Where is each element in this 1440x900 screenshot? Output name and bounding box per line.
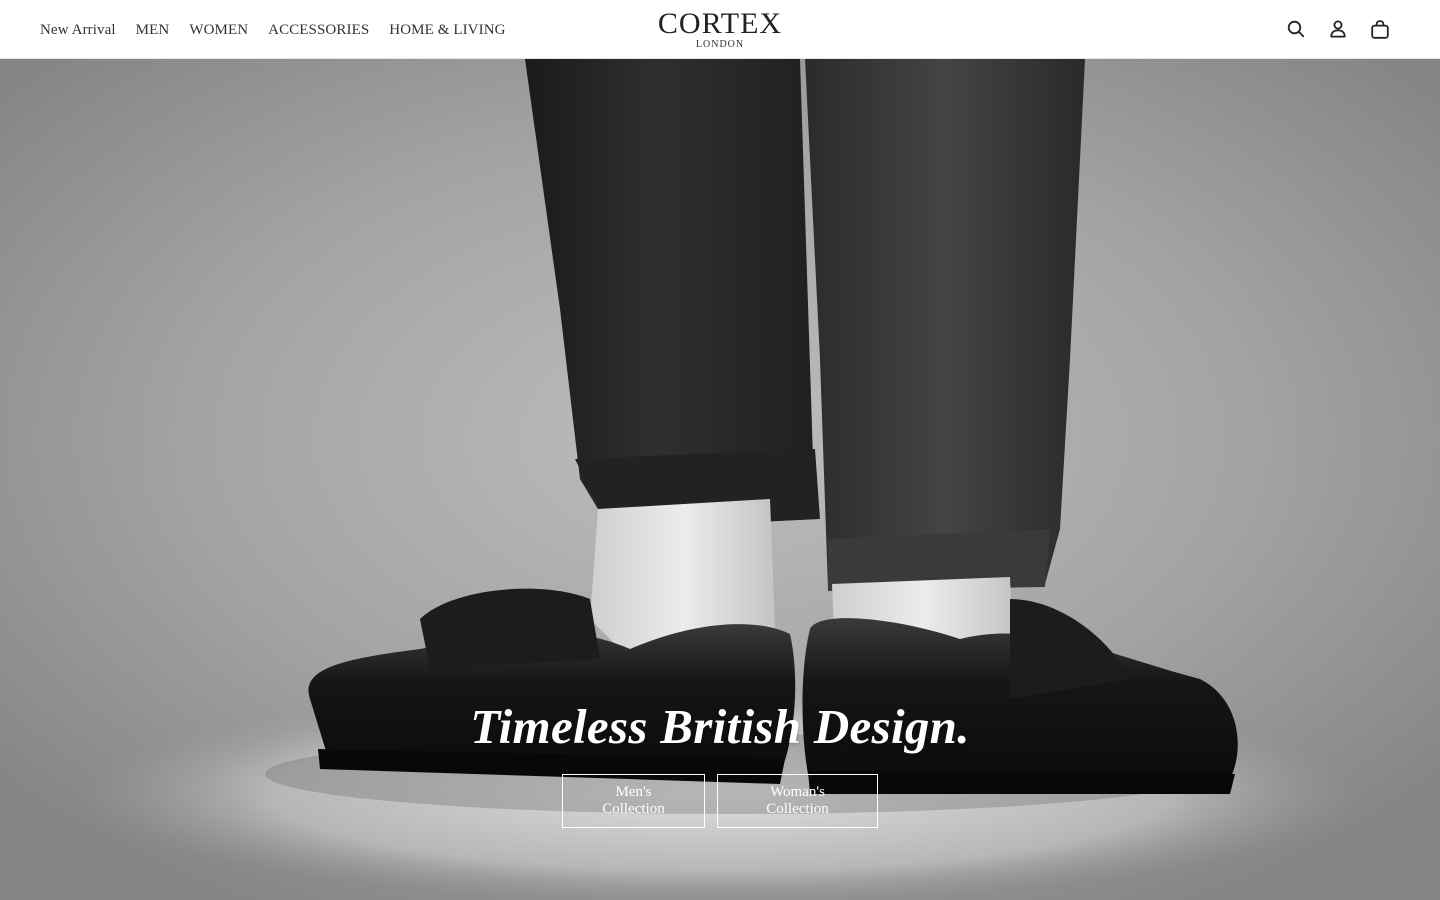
mens-collection-button[interactable]: Men's Collection	[562, 774, 705, 828]
nav-new-arrival[interactable]: New Arrival	[40, 22, 116, 38]
nav-home-living[interactable]: HOME & LIVING	[389, 22, 505, 38]
womens-collection-button[interactable]: Woman's Collection	[717, 774, 878, 828]
header-actions	[1286, 18, 1390, 40]
bag-icon[interactable]	[1370, 18, 1390, 40]
hero-cta-group: Men's Collection Woman's Collection	[0, 774, 1440, 828]
main-nav: New Arrival MEN WOMEN ACCESSORIES HOME &…	[40, 0, 506, 59]
nav-women[interactable]: WOMEN	[189, 22, 248, 38]
account-icon[interactable]	[1328, 18, 1348, 40]
search-icon[interactable]	[1286, 18, 1306, 40]
hero-banner: Timeless British Design. Men's Collectio…	[0, 59, 1440, 900]
hero-title: Timeless British Design.	[470, 699, 970, 754]
nav-accessories[interactable]: ACCESSORIES	[268, 22, 369, 38]
site-header: New Arrival MEN WOMEN ACCESSORIES HOME &…	[0, 0, 1440, 59]
nav-men[interactable]: MEN	[136, 22, 170, 38]
